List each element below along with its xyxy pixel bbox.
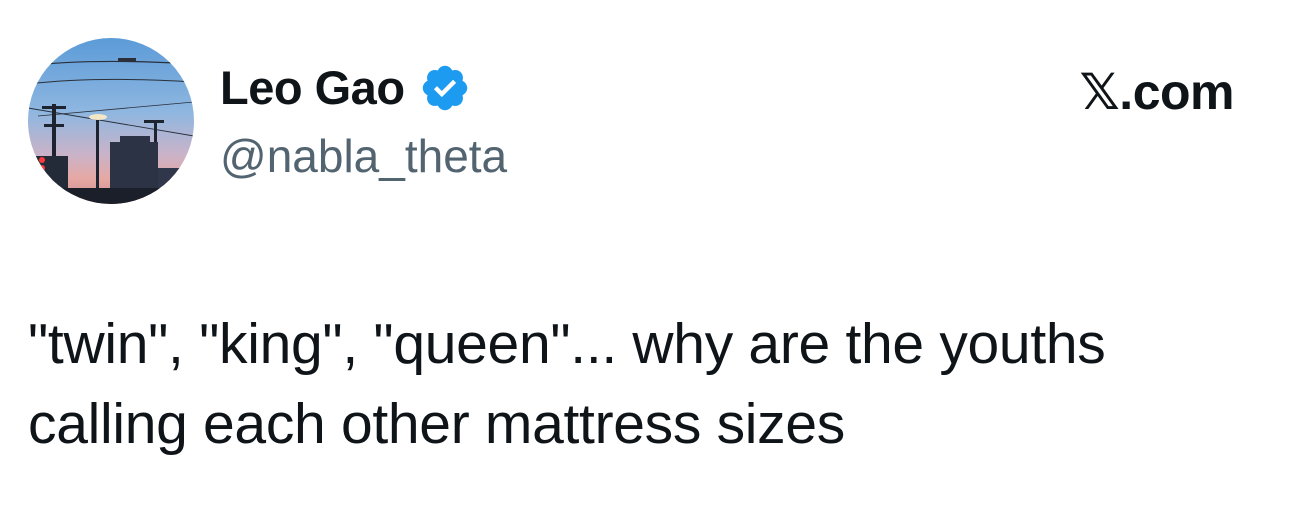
x-logo[interactable]: 𝕏.com: [1079, 62, 1235, 122]
tweet-card: Leo Gao @nabla_theta 𝕏.com "twin", "king…: [0, 0, 1290, 531]
tweet-text: "twin", "king", "queen"... why are the y…: [28, 304, 1268, 464]
tweet-text-line: calling each other mattress sizes: [28, 392, 845, 456]
author-name-row: Leo Gao: [220, 58, 471, 118]
avatar-image: [28, 38, 194, 204]
author-handle[interactable]: @nabla_theta: [220, 126, 507, 186]
author-display-name[interactable]: Leo Gao: [220, 58, 405, 118]
author-avatar[interactable]: [28, 38, 194, 204]
verified-badge-icon: [419, 62, 471, 114]
x-logo-text: 𝕏.com: [1079, 64, 1235, 120]
tweet-text-line: "twin", "king", "queen"... why are the y…: [28, 312, 1106, 376]
